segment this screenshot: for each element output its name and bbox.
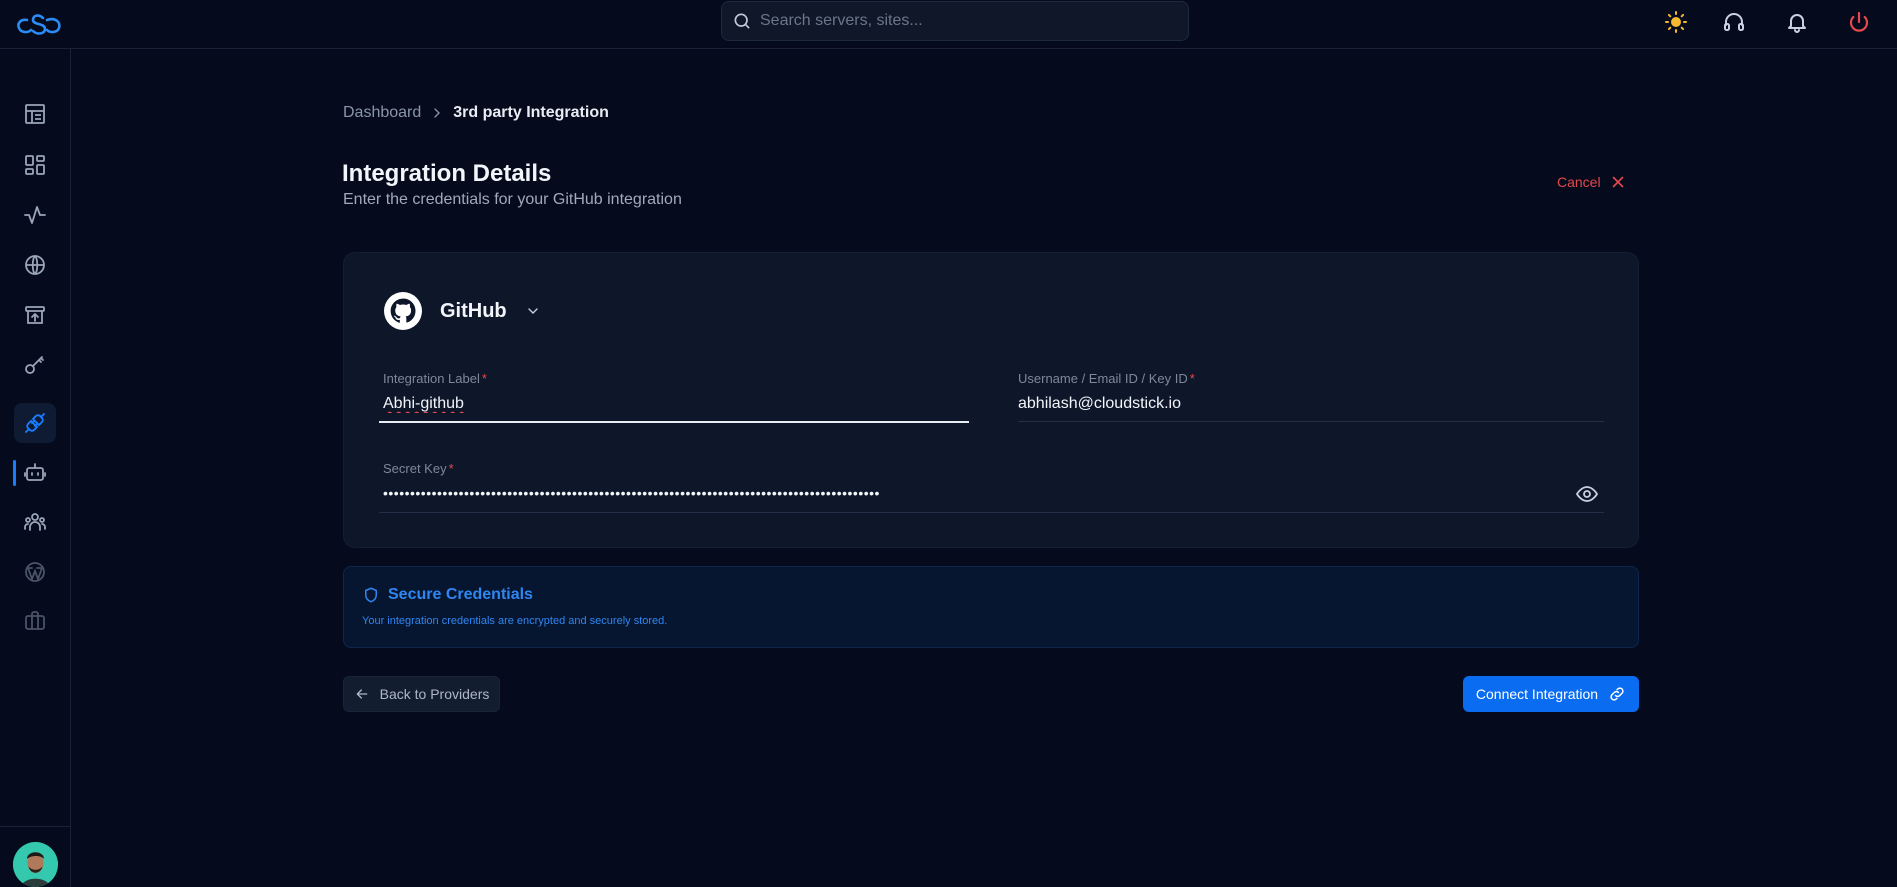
plug-icon	[25, 413, 45, 433]
arrow-left-icon	[356, 689, 367, 699]
sun-icon[interactable]	[1664, 10, 1688, 34]
secret-key-field[interactable]: Secret Key * ••••••••••••••••••••••••••••…	[383, 461, 1543, 501]
breadcrumb-current: 3rd party Integration	[453, 104, 609, 121]
username-input[interactable]: abhilash@cloudstick.io	[1018, 395, 1598, 413]
dashboard-icon	[25, 104, 45, 124]
secret-key-underline	[379, 512, 1604, 513]
cancel-button[interactable]: Cancel	[1557, 173, 1627, 191]
power-icon[interactable]	[1847, 10, 1871, 34]
integration-label-label: Integration Label	[383, 371, 480, 386]
sidebar-divider	[0, 826, 71, 827]
page-title: Integration Details	[342, 160, 552, 187]
archive-upload-icon	[25, 306, 45, 324]
sidebar-item-backups[interactable]	[14, 295, 56, 335]
grid-icon	[25, 155, 45, 175]
back-button-label: Back to Providers	[379, 686, 490, 702]
username-label: Username / Email ID / Key ID	[1018, 371, 1188, 386]
search-input[interactable]	[760, 12, 1160, 30]
required-marker: *	[481, 371, 487, 386]
integration-form-card: GitHub Integration Label * Abhi-github Us…	[343, 252, 1639, 548]
bell-icon[interactable]	[1785, 10, 1809, 34]
chevron-right-icon	[434, 108, 441, 118]
sidebar-item-briefcase[interactable]	[14, 601, 56, 641]
secret-key-input[interactable]: ••••••••••••••••••••••••••••••••••••••••…	[383, 485, 1543, 501]
sidebar-item-apps[interactable]	[14, 145, 56, 185]
connect-integration-button[interactable]: Connect Integration	[1463, 676, 1639, 712]
top-bar	[0, 0, 1897, 49]
search-box[interactable]	[721, 1, 1189, 41]
required-marker: *	[1189, 371, 1195, 386]
username-underline	[1018, 421, 1604, 422]
sidebar-item-dashboard[interactable]	[14, 94, 56, 134]
avatar[interactable]	[13, 842, 58, 887]
github-icon	[384, 292, 422, 330]
sidebar-item-sites[interactable]	[14, 245, 56, 285]
sidebar-item-keys[interactable]	[14, 345, 56, 385]
username-field[interactable]: Username / Email ID / Key ID * abhilash@c…	[1018, 371, 1598, 413]
chevron-down-icon	[527, 308, 538, 314]
logo-icon[interactable]	[15, 10, 63, 38]
headphones-icon[interactable]	[1722, 10, 1746, 34]
sidebar-item-bots[interactable]	[14, 453, 56, 493]
search-icon	[734, 13, 750, 29]
wordpress-icon	[25, 562, 45, 582]
required-marker: *	[448, 461, 454, 476]
bot-icon	[24, 463, 46, 481]
shield-icon	[365, 587, 377, 603]
sidebar	[0, 49, 71, 887]
page-subtitle: Enter the credentials for your GitHub in…	[343, 191, 682, 208]
secure-title: Secure Credentials	[388, 586, 533, 603]
secure-description: Your integration credentials are encrypt…	[362, 615, 668, 627]
globe-icon	[25, 255, 45, 275]
sidebar-item-integrations[interactable]	[14, 403, 56, 443]
sidebar-item-wordpress[interactable]	[14, 552, 56, 592]
key-icon	[25, 356, 44, 374]
integration-label-field[interactable]: Integration Label * Abhi-github	[383, 371, 963, 413]
integration-label-underline	[379, 421, 969, 423]
connect-button-label: Connect Integration	[1475, 686, 1599, 702]
breadcrumb: Dashboard 3rd party Integration	[343, 104, 609, 122]
secret-key-label: Secret Key	[383, 461, 447, 476]
team-icon	[24, 513, 46, 531]
eye-icon[interactable]	[1575, 482, 1599, 506]
breadcrumb-dashboard-link[interactable]: Dashboard	[343, 104, 421, 122]
sidebar-item-activity[interactable]	[14, 195, 56, 235]
provider-name: GitHub	[440, 299, 507, 322]
secure-credentials-notice: Secure Credentials Your integration cred…	[343, 566, 1639, 648]
briefcase-icon	[25, 611, 45, 630]
back-to-providers-button[interactable]: Back to Providers	[343, 676, 500, 712]
link-icon	[1610, 687, 1624, 701]
provider-selector[interactable]: GitHub	[384, 292, 541, 330]
close-icon	[1612, 176, 1623, 188]
sidebar-item-team[interactable]	[14, 502, 56, 542]
cancel-label: Cancel	[1557, 174, 1601, 190]
activity-icon	[24, 206, 46, 224]
integration-label-input[interactable]: Abhi-github	[383, 395, 464, 412]
